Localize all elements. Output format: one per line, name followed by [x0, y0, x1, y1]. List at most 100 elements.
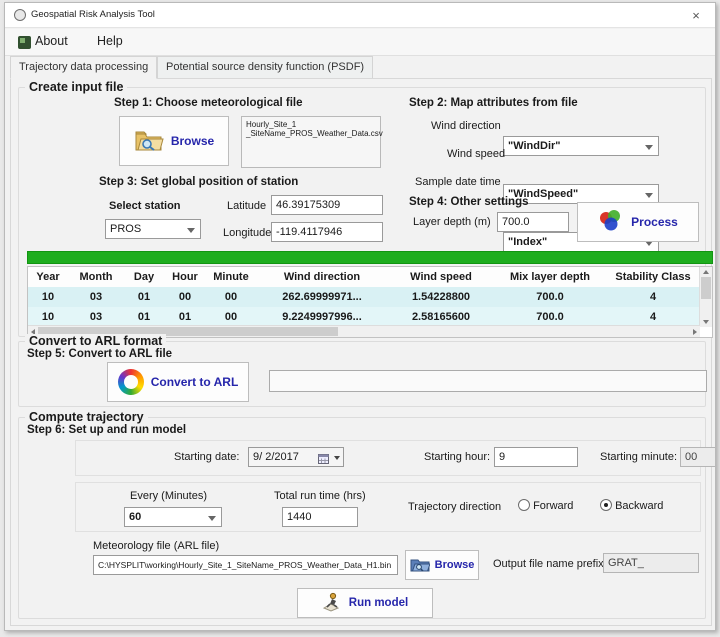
run-model-button[interactable]: Run model [297, 588, 433, 618]
col-wind-speed[interactable]: Wind speed [388, 267, 494, 287]
wind-direction-value: "WindDir" [508, 140, 561, 152]
processing-progress-bar [27, 251, 713, 264]
tab-strip: Trajectory data processing Potential sou… [5, 56, 715, 79]
tab-content: Create input file Step 1: Choose meteoro… [10, 78, 712, 626]
browse-met-file-label: Browse [171, 134, 214, 148]
tab-trajectory-data-processing[interactable]: Trajectory data processing [10, 56, 157, 79]
cell: 262.69999971... [256, 287, 388, 307]
group-title-convert-arl: Convert to ARL format [25, 334, 166, 348]
cell: 10 [28, 307, 68, 327]
longitude-label: Longitude [223, 227, 271, 239]
process-label: Process [631, 215, 678, 229]
selected-met-file-line2: _SiteName_PROS_Weather_Data.csv [246, 129, 376, 138]
title-bar: Geospatial Risk Analysis Tool × [5, 3, 715, 28]
group-compute-trajectory: Compute trajectory Step 6: Set up and ru… [18, 417, 706, 619]
cell: 4 [606, 307, 700, 327]
color-ring-icon [118, 369, 144, 395]
run-settings-panel: Every (Minutes) 60 Total run time (hrs) … [75, 482, 701, 532]
radio-forward-icon [518, 499, 530, 511]
runner-icon [322, 592, 342, 615]
chevron-down-icon [187, 228, 195, 233]
cell: 9.2249997996... [256, 307, 388, 327]
layer-depth-label: Layer depth (m) [413, 216, 491, 228]
table-row[interactable]: 10 03 01 00 00 262.69999971... 1.5422880… [28, 287, 712, 307]
col-year[interactable]: Year [28, 267, 68, 287]
cell: 700.0 [494, 287, 606, 307]
chevron-down-icon [334, 456, 340, 460]
col-mix-layer-depth[interactable]: Mix layer depth [494, 267, 606, 287]
radio-forward-label: Forward [533, 500, 573, 512]
total-run-time-label: Total run time (hrs) [274, 490, 366, 502]
menu-bar: About Help [5, 29, 715, 56]
wind-speed-label: Wind speed [447, 148, 505, 160]
chevron-down-icon [645, 145, 653, 150]
col-stability-class[interactable]: Stability Class [606, 267, 700, 287]
group-convert-arl: Convert to ARL format Step 5: Convert to… [18, 341, 706, 407]
app-icon [14, 9, 26, 21]
step6-title: Step 6: Set up and run model [27, 424, 186, 436]
cell: 01 [124, 287, 164, 307]
start-settings-panel: Starting date: 9/ 2/2017 Starting hour: … [75, 440, 701, 476]
about-icon [18, 36, 31, 49]
layer-depth-input[interactable]: 700.0 [497, 212, 569, 232]
radio-backward[interactable]: Backward [600, 499, 663, 512]
radio-forward[interactable]: Forward [518, 499, 573, 512]
starting-hour-input[interactable]: 9 [494, 447, 578, 467]
starting-minute-input[interactable]: 00 [680, 447, 716, 467]
selected-met-file-box: Hourly_Site_1 _SiteName_PROS_Weather_Dat… [241, 116, 381, 168]
convert-to-arl-button[interactable]: Convert to ARL [107, 362, 249, 402]
station-select-value: PROS [110, 223, 141, 235]
station-select[interactable]: PROS [105, 219, 201, 239]
col-hour[interactable]: Hour [164, 267, 206, 287]
cell: 2.58165600 [388, 307, 494, 327]
folder-icon [410, 556, 430, 575]
convert-to-arl-label: Convert to ARL [151, 375, 239, 389]
col-minute[interactable]: Minute [206, 267, 256, 287]
cell: 01 [124, 307, 164, 327]
sample-date-time-value: "Index" [508, 236, 547, 248]
scroll-down-icon[interactable] [703, 320, 709, 324]
scroll-up-icon[interactable] [703, 270, 709, 274]
vertical-scroll-thumb[interactable] [701, 277, 711, 299]
scroll-right-icon[interactable] [693, 329, 697, 335]
output-prefix-input[interactable]: GRAT_ [603, 553, 699, 573]
cell: 00 [206, 307, 256, 327]
table-row[interactable]: 10 03 01 01 00 9.2249997996... 2.5816560… [28, 307, 712, 327]
starting-date-picker[interactable]: 9/ 2/2017 [248, 447, 344, 467]
trajectory-direction-label: Trajectory direction [408, 501, 501, 513]
app-window: Geospatial Risk Analysis Tool × About He… [4, 2, 716, 631]
met-arl-file-input[interactable]: C:\HYSPLIT\working\Hourly_Site_1_SiteNam… [93, 555, 398, 575]
wind-direction-select[interactable]: "WindDir" [503, 136, 659, 156]
col-month[interactable]: Month [68, 267, 124, 287]
every-minutes-select[interactable]: 60 [124, 507, 222, 527]
cell: 00 [206, 287, 256, 307]
browse-arl-button[interactable]: Browse [405, 550, 479, 580]
menu-help[interactable]: Help [97, 34, 123, 48]
tab-psdf[interactable]: Potential source density function (PSDF) [157, 56, 373, 79]
calendar-icon [318, 452, 329, 467]
menu-about[interactable]: About [35, 34, 68, 48]
longitude-input[interactable]: -119.4117946 [271, 222, 383, 242]
process-button[interactable]: Process [577, 202, 699, 242]
window-title: Geospatial Risk Analysis Tool [31, 9, 155, 20]
arl-progress-bar [269, 370, 707, 392]
browse-met-file-button[interactable]: Browse [119, 116, 229, 166]
total-run-time-input[interactable]: 1440 [282, 507, 358, 527]
close-icon[interactable]: × [687, 7, 705, 25]
latitude-input[interactable]: 46.39175309 [271, 195, 383, 215]
cell: 03 [68, 287, 124, 307]
starting-date-value: 9/ 2/2017 [253, 451, 299, 463]
radio-backward-icon [600, 499, 612, 511]
every-minutes-value: 60 [129, 511, 141, 523]
step2-title: Step 2: Map attributes from file [409, 97, 578, 109]
cell: 03 [68, 307, 124, 327]
wind-direction-label: Wind direction [431, 120, 501, 132]
col-wind-direction[interactable]: Wind direction [256, 267, 388, 287]
vertical-scrollbar[interactable] [699, 267, 712, 327]
select-station-label: Select station [109, 200, 181, 212]
sample-date-time-label: Sample date time [415, 176, 501, 188]
output-prefix-label: Output file name prefix [493, 558, 604, 570]
starting-minute-label: Starting minute: [600, 451, 677, 463]
col-day[interactable]: Day [124, 267, 164, 287]
latitude-label: Latitude [227, 200, 266, 212]
